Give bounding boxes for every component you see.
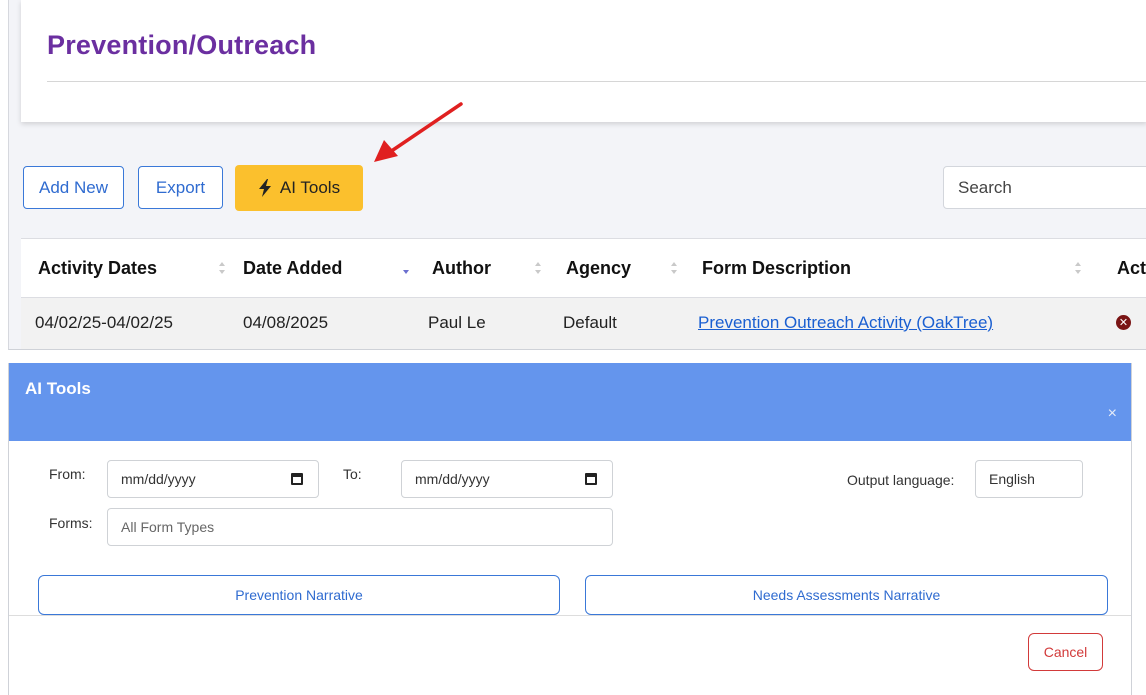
search-input[interactable]: Search [943, 166, 1146, 209]
sort-icon[interactable] [670, 260, 678, 276]
sort-icon[interactable] [1074, 260, 1082, 276]
export-button[interactable]: Export [138, 166, 223, 209]
records-panel: Prevention/Outreach Add New Export AI To… [8, 0, 1146, 350]
sort-icon[interactable] [534, 260, 542, 276]
to-date-value: mm/dd/yyyy [415, 471, 490, 487]
cell-agency: Default [563, 313, 617, 332]
dialog-title: AI Tools [25, 379, 91, 398]
sort-desc-icon[interactable] [402, 260, 410, 276]
prevention-narrative-button[interactable]: Prevention Narrative [38, 575, 560, 615]
output-language-select[interactable]: English [975, 460, 1083, 498]
column-header-actions[interactable]: Acti [1117, 258, 1146, 279]
sort-icon[interactable] [218, 260, 226, 276]
lightning-icon [258, 179, 271, 197]
cancel-button[interactable]: Cancel [1028, 633, 1103, 671]
to-label: To: [343, 466, 362, 482]
from-date-value: mm/dd/yyyy [121, 471, 196, 487]
annotation-arrow-icon [374, 102, 463, 162]
column-header-author[interactable]: Author [432, 258, 491, 279]
ai-tools-button[interactable]: AI Tools [235, 165, 363, 211]
forms-select[interactable]: All Form Types [107, 508, 613, 546]
column-header-agency[interactable]: Agency [566, 258, 631, 279]
calendar-icon[interactable] [585, 473, 597, 485]
cell-date-added: 04/08/2025 [243, 313, 329, 332]
needs-assessments-narrative-button[interactable]: Needs Assessments Narrative [585, 575, 1108, 615]
column-header-form-description[interactable]: Form Description [702, 258, 851, 279]
cell-activity-dates: 04/02/25-04/02/25 [35, 313, 174, 332]
output-language-label: Output language: [847, 472, 955, 488]
to-date-input[interactable]: mm/dd/yyyy [401, 460, 613, 498]
page-title: Prevention/Outreach [47, 30, 317, 60]
add-new-button[interactable]: Add New [23, 166, 124, 209]
page-header-card: Prevention/Outreach [21, 0, 1146, 122]
cell-author: Paul Le [428, 313, 486, 332]
form-description-link[interactable]: Prevention Outreach Activity (OakTree) [698, 313, 993, 333]
dialog-header: AI Tools × [9, 363, 1131, 441]
column-header-date-added[interactable]: Date Added [243, 258, 342, 279]
close-icon[interactable]: × [1108, 405, 1117, 423]
ai-tools-dialog: AI Tools × From: mm/dd/yyyy To: mm/dd/yy… [8, 363, 1132, 695]
delete-icon[interactable]: ✕ [1116, 315, 1131, 330]
search-placeholder: Search [958, 177, 1012, 197]
from-label: From: [49, 466, 86, 482]
forms-label: Forms: [49, 515, 93, 531]
from-date-input[interactable]: mm/dd/yyyy [107, 460, 319, 498]
title-divider [47, 81, 1146, 82]
forms-placeholder: All Form Types [121, 519, 215, 535]
calendar-icon[interactable] [291, 473, 303, 485]
column-header-activity-dates[interactable]: Activity Dates [38, 258, 157, 279]
dialog-footer-divider [9, 615, 1131, 616]
output-language-value: English [989, 471, 1035, 487]
ai-tools-label: AI Tools [279, 178, 341, 197]
